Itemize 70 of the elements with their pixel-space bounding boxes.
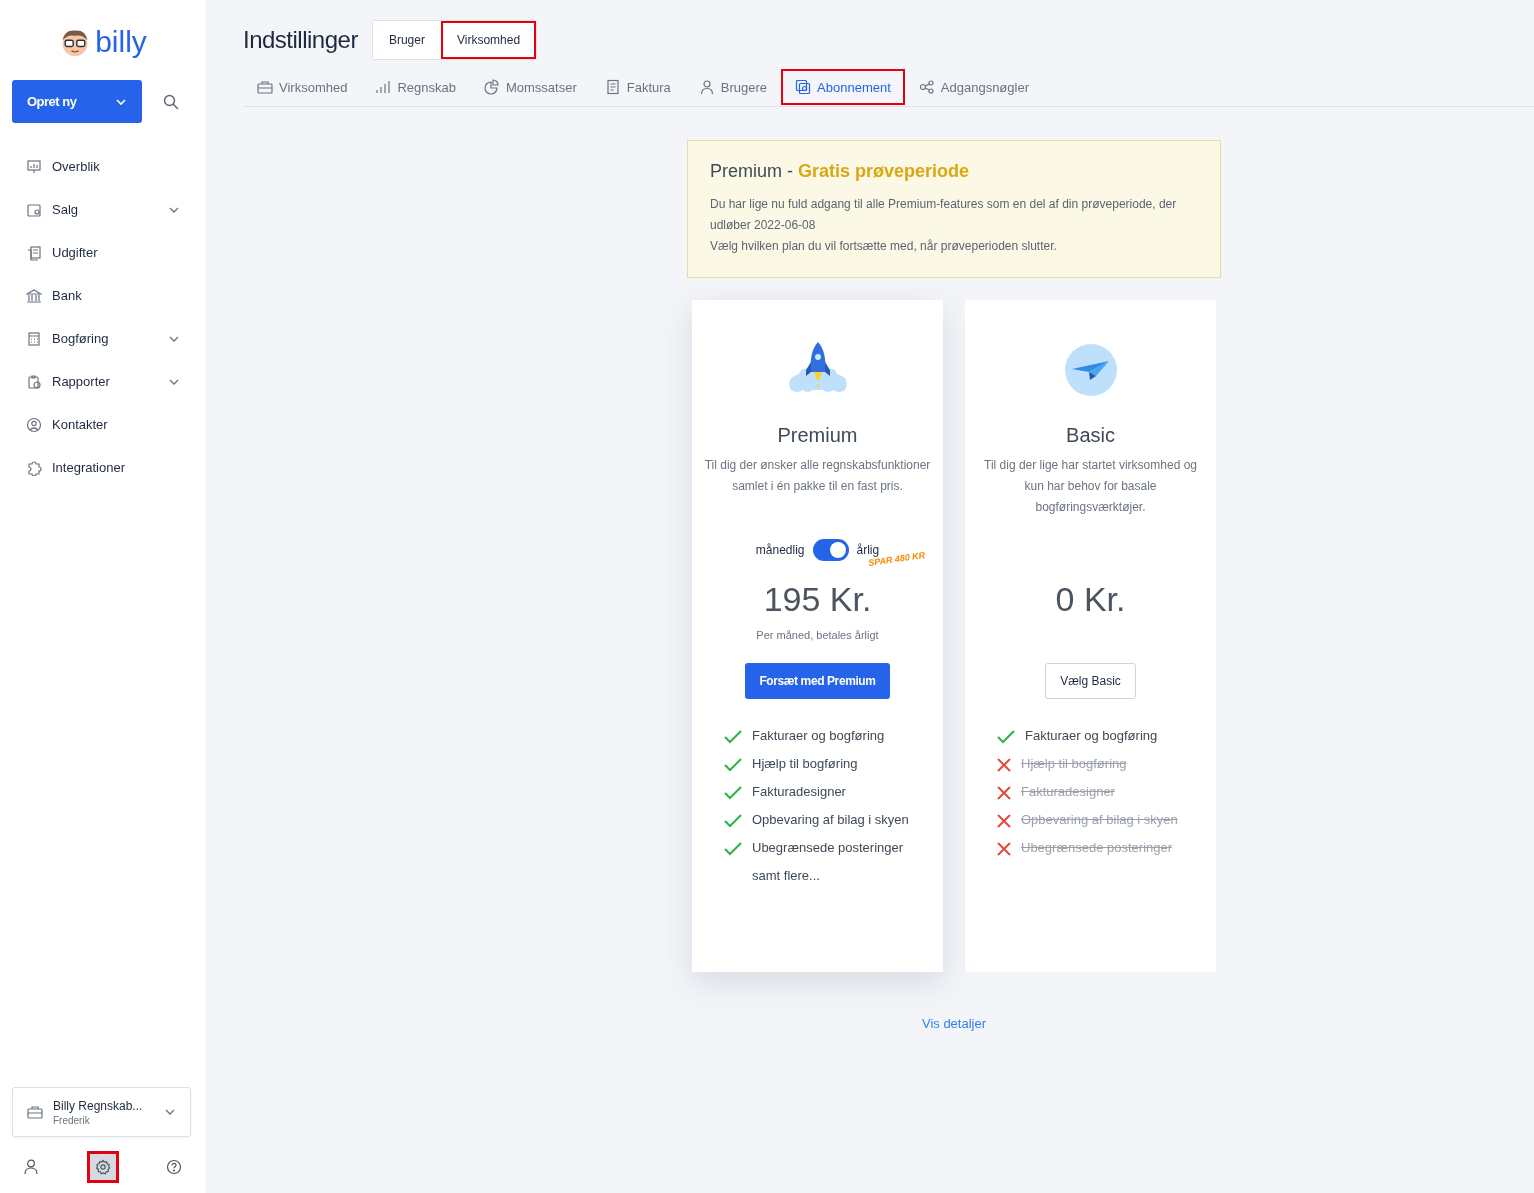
choose-basic-button[interactable]: Vælg Basic: [1045, 663, 1136, 699]
feature-text: Fakturaer og bogføring: [752, 727, 885, 745]
feature-text: Fakturadesigner: [752, 783, 846, 801]
nav-icon: [26, 244, 42, 261]
nav-icon: [26, 201, 42, 218]
notice-title: Premium - Gratis prøveperiode: [710, 161, 971, 182]
feature-text: Opbevaring af bilag i skyen: [1021, 811, 1178, 829]
settings-tab[interactable]: Momssatser: [469, 69, 591, 105]
feature-text: Hjælp til bogføring: [752, 755, 858, 773]
tab-icon: [483, 79, 500, 95]
plan-description: Til dig der ønsker alle regnskabsfunktioner samlet i én pakke til en fast pris.: [704, 457, 931, 495]
logo-text: billy: [95, 27, 147, 57]
page-title: Indstillinger: [243, 26, 358, 54]
nav-icon: [26, 416, 42, 433]
settings-tab[interactable]: Brugere: [684, 69, 782, 105]
user-name: Frederik: [53, 1114, 91, 1126]
settings-icon: [94, 1159, 111, 1175]
plan-name: Basic: [1066, 424, 1115, 447]
scope-tab[interactable]: Virksomhed: [440, 21, 537, 59]
billing-toggle[interactable]: [812, 539, 849, 561]
nav-item[interactable]: Bogføring: [0, 317, 206, 360]
help-icon: [166, 1159, 182, 1175]
notice-text: Du har lige nu fuld adgang til alle Premium-features som en del af din prøveperiode, der udløber 2022-06-08: [710, 196, 1178, 234]
tab-icon: [604, 79, 621, 95]
nav-item[interactable]: Kontakter: [0, 403, 206, 446]
notice-text: Vælg hvilken plan du vil fortsætte med, når prøveperioden slutter.: [710, 238, 1058, 255]
feature-text: Ubegrænsede posteringer: [752, 839, 904, 857]
continue-premium-button[interactable]: Forsæt med Premium: [745, 663, 890, 699]
briefcase-icon: [27, 1105, 43, 1119]
plan-name: Premium: [777, 424, 858, 447]
create-new-button[interactable]: Opret ny: [12, 80, 142, 123]
feature-text: Hjælp til bogføring: [1021, 755, 1127, 773]
tab-icon: [795, 79, 812, 95]
nav-icon: [26, 459, 42, 476]
feature-text: Fakturaer og bogføring: [1025, 727, 1158, 745]
tab-icon: [375, 79, 392, 95]
tab-icon: [918, 79, 935, 95]
plan-price: 195 Kr.: [763, 580, 872, 619]
settings-tab[interactable]: Virksomhed: [243, 69, 362, 105]
feature-text: Fakturadesigner: [1021, 783, 1115, 801]
feature-text: Ubegrænsede posteringer: [1021, 839, 1173, 857]
nav-icon: [26, 158, 42, 175]
nav-icon: [26, 373, 42, 390]
nav-item[interactable]: Integrationer: [0, 446, 206, 489]
organization-name: Billy Regnskab...: [53, 1098, 144, 1113]
organization-selector[interactable]: Billy Regnskab... Frederik: [12, 1087, 191, 1137]
settings-tab[interactable]: Abonnement: [781, 69, 905, 105]
more-features-text: samt flere...: [752, 867, 820, 885]
settings-tab[interactable]: Faktura: [590, 69, 685, 105]
nav-icon: [26, 287, 42, 304]
person-icon: [24, 1159, 38, 1175]
nav-item[interactable]: Salg: [0, 188, 206, 231]
billing-label: månedlig: [755, 543, 805, 557]
nav-item[interactable]: Overblik: [0, 145, 206, 188]
nav-item[interactable]: Udgifter: [0, 231, 206, 274]
settings-tab[interactable]: Adgangsnøgler: [904, 69, 1043, 105]
nav-icon: [26, 330, 42, 347]
tab-icon: [257, 79, 273, 95]
plan-price: 0 Kr.: [1055, 580, 1126, 619]
tab-icon: [698, 79, 715, 95]
settings-tab[interactable]: Regnskab: [361, 69, 470, 105]
nav-item[interactable]: Rapporter: [0, 360, 206, 403]
show-details-link[interactable]: Vis detaljer: [921, 1016, 987, 1031]
billing-label: årlig: [856, 543, 880, 557]
search-icon[interactable]: [163, 93, 179, 110]
feature-text: Opbevaring af bilag i skyen: [752, 811, 909, 829]
plan-description: Til dig der lige har startet virksomhed og kun har behov for basale bogføringsværktøjer.: [983, 457, 1198, 516]
settings-button[interactable]: [86, 1151, 119, 1183]
price-note: Per måned, betales årligt: [756, 629, 879, 643]
nav-item[interactable]: Bank: [0, 274, 206, 317]
